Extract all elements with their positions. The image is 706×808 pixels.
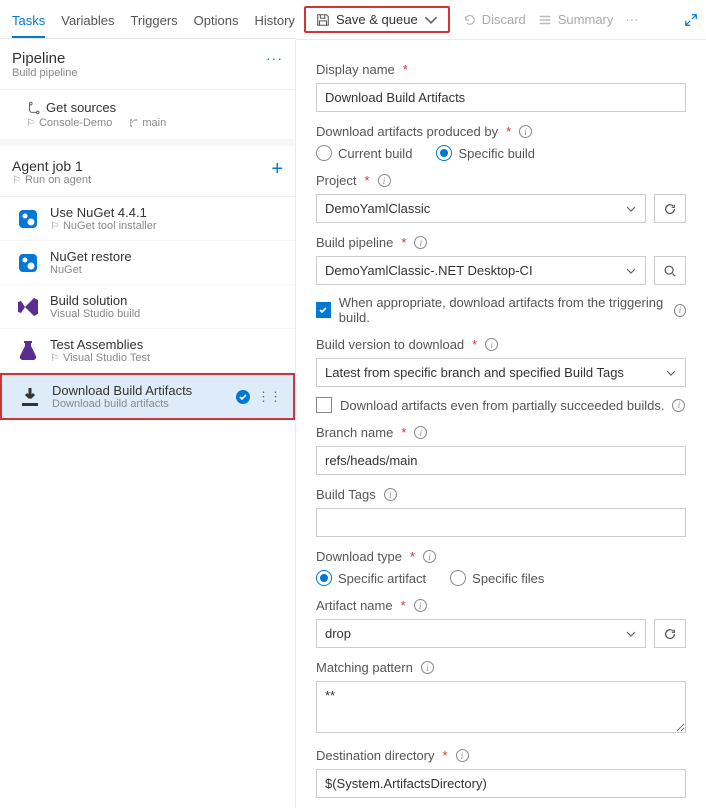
info-icon[interactable]: i [414, 426, 427, 439]
project-select[interactable] [316, 194, 646, 223]
task-build-solution[interactable]: Build solutionVisual Studio build [0, 285, 295, 329]
info-icon[interactable]: i [414, 236, 427, 249]
info-icon[interactable]: i [674, 304, 686, 317]
dest-input[interactable] [316, 769, 686, 798]
project-label: Project [316, 173, 356, 188]
info-icon[interactable]: i [414, 599, 427, 612]
pattern-label: Matching pattern [316, 660, 413, 675]
info-icon[interactable]: i [485, 338, 498, 351]
chevron-down-icon [424, 13, 438, 27]
artifact-label: Artifact name [316, 598, 393, 613]
save-queue-label: Save & queue [336, 12, 418, 27]
test-icon [16, 339, 40, 363]
tags-label: Build Tags [316, 487, 376, 502]
list-icon [538, 13, 552, 27]
radio-specific-artifact[interactable]: Specific artifact [316, 570, 426, 586]
pattern-textarea[interactable] [316, 681, 686, 733]
build-pipeline-select[interactable] [316, 256, 646, 285]
dest-label: Destination directory [316, 748, 435, 763]
more-actions[interactable]: ··· [625, 12, 638, 27]
undo-icon [462, 13, 476, 27]
expand-icon[interactable] [684, 13, 698, 27]
triggering-checkbox[interactable] [316, 302, 331, 318]
branch-icon [128, 118, 138, 128]
info-icon[interactable]: i [423, 550, 436, 563]
download-type-label: Download type [316, 549, 402, 564]
task-download-artifacts[interactable]: Download Build ArtifactsDownload build a… [0, 373, 295, 420]
get-sources[interactable]: Get sources ⚐Console-Demo main [0, 90, 295, 140]
check-circle-icon [235, 389, 251, 405]
refresh-button[interactable] [654, 194, 686, 223]
info-icon[interactable]: i [456, 749, 469, 762]
refresh-button[interactable] [654, 619, 686, 648]
tab-triggers[interactable]: Triggers [130, 9, 177, 38]
tab-variables[interactable]: Variables [61, 9, 114, 38]
search-button[interactable] [654, 256, 686, 285]
nuget-icon [16, 251, 40, 275]
task-use-nuget[interactable]: Use NuGet 4.4.1⚐NuGet tool installer [0, 197, 295, 241]
info-icon[interactable]: i [384, 488, 397, 501]
task-test-assemblies[interactable]: Test Assemblies⚐Visual Studio Test [0, 329, 295, 373]
tab-options[interactable]: Options [194, 9, 239, 38]
branch-label: Branch name [316, 425, 393, 440]
tabs: Tasks Variables Triggers Options History [0, 1, 296, 39]
summary-button[interactable]: Summary [538, 12, 614, 27]
radio-specific-files[interactable]: Specific files [450, 570, 544, 586]
drag-handle-icon[interactable]: ⋮⋮ [257, 389, 281, 405]
info-icon[interactable]: i [519, 125, 532, 138]
tab-tasks[interactable]: Tasks [12, 9, 45, 38]
tags-input[interactable] [316, 508, 686, 537]
info-icon[interactable]: i [378, 174, 391, 187]
tab-history[interactable]: History [254, 9, 294, 38]
branch-input[interactable] [316, 446, 686, 475]
build-version-label: Build version to download [316, 337, 464, 352]
info-icon[interactable]: i [421, 661, 434, 674]
artifact-select[interactable] [316, 619, 646, 648]
pipeline-more[interactable]: ··· [266, 50, 283, 66]
build-version-select[interactable] [316, 358, 686, 387]
radio-specific-build[interactable]: Specific build [436, 145, 535, 161]
display-name-input[interactable] [316, 83, 686, 112]
visual-studio-icon [16, 295, 40, 319]
build-pipeline-label: Build pipeline [316, 235, 393, 250]
pipeline-subtitle: Build pipeline [12, 67, 77, 79]
nuget-icon [16, 207, 40, 231]
download-icon [18, 385, 42, 409]
partially-succeeded-checkbox[interactable] [316, 397, 332, 413]
produced-by-label: Download artifacts produced by [316, 124, 498, 139]
display-name-label: Display name [316, 62, 395, 77]
save-icon [316, 13, 330, 27]
link-icon: ⚐ [12, 175, 21, 186]
radio-current-build[interactable]: Current build [316, 145, 412, 161]
info-icon[interactable]: i [672, 399, 685, 412]
source-icon [26, 101, 40, 115]
save-queue-button[interactable]: Save & queue [304, 6, 450, 33]
repo-icon: ⚐ [26, 118, 35, 129]
task-nuget-restore[interactable]: NuGet restoreNuGet [0, 241, 295, 285]
add-task-button[interactable]: + [271, 158, 283, 181]
pipeline-title: Pipeline [12, 50, 77, 67]
discard-button[interactable]: Discard [462, 12, 526, 27]
agent-job-title[interactable]: Agent job 1 [12, 158, 91, 174]
